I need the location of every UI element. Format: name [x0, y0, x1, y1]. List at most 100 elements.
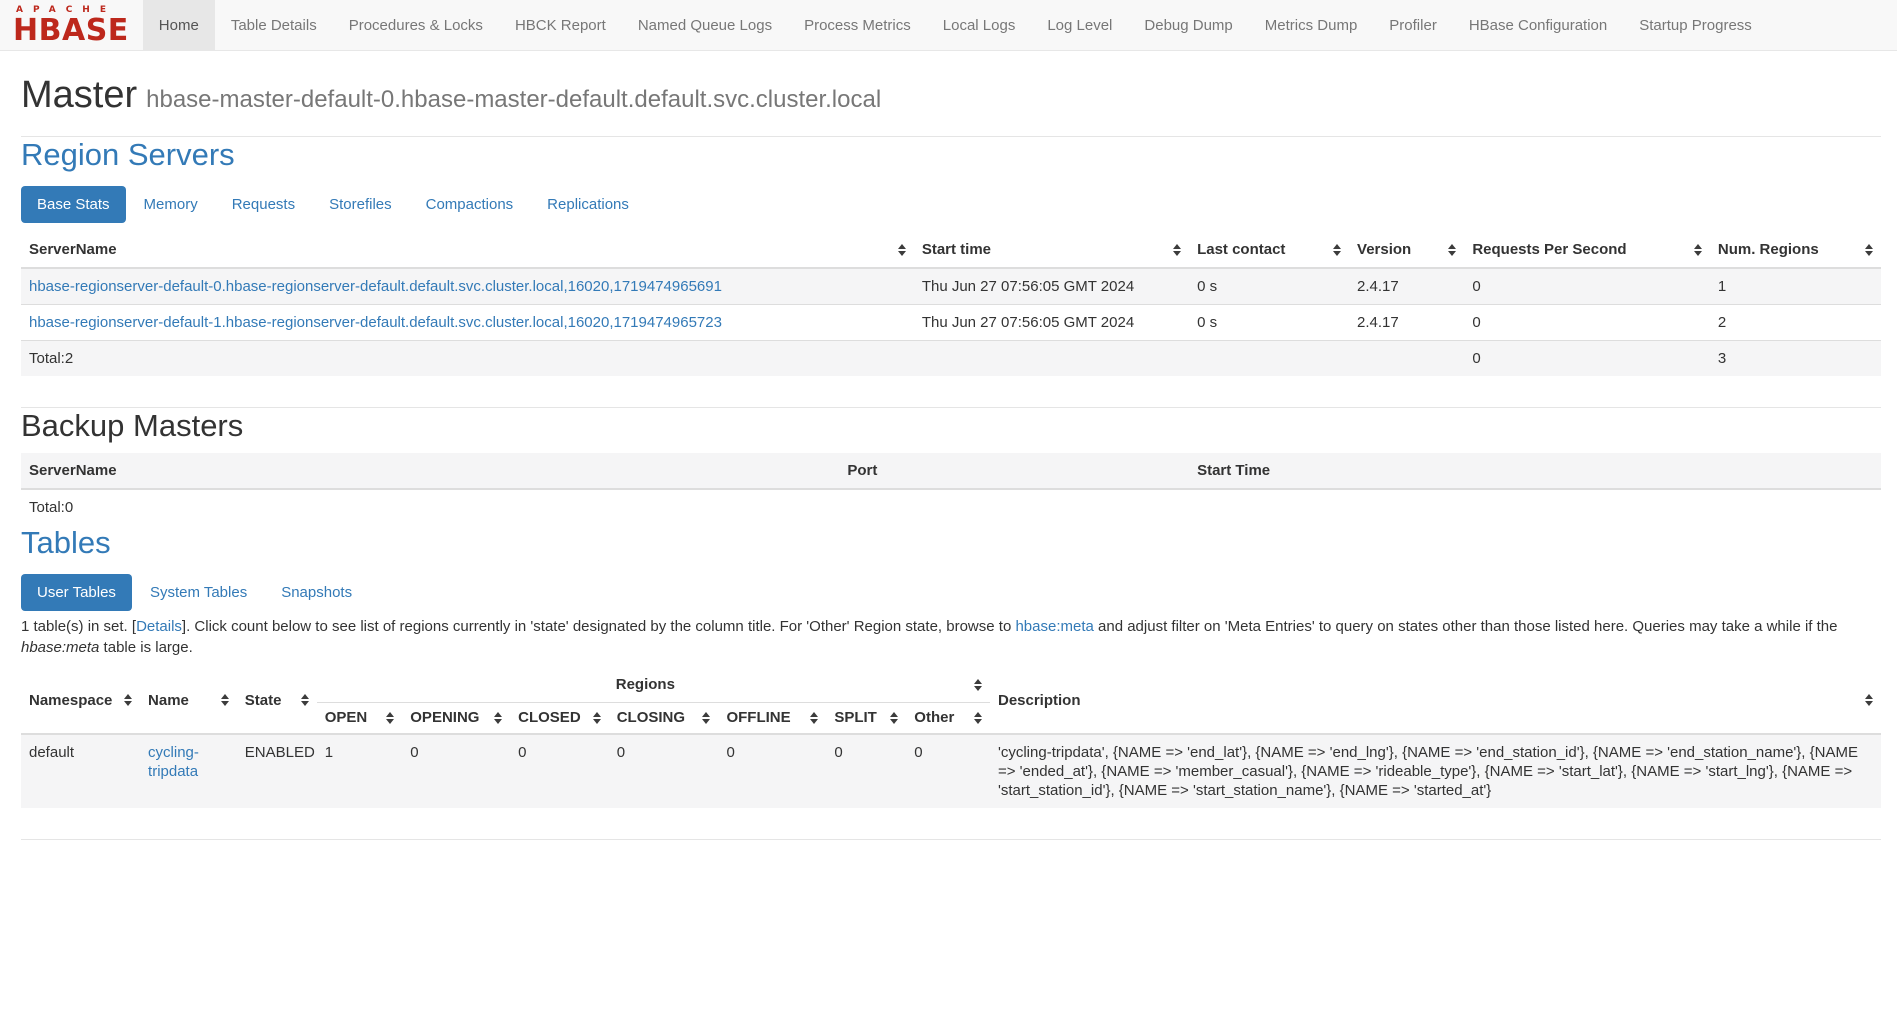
region-servers-heading: Region Servers	[21, 137, 1881, 173]
start-time-cell: Thu Jun 27 07:56:05 GMT 2024	[914, 305, 1189, 341]
master-hostname: hbase-master-default-0.hbase-master-defa…	[146, 86, 881, 113]
col-header-open[interactable]: OPEN	[317, 703, 403, 735]
offline-count-link[interactable]: 0	[726, 744, 734, 761]
nav-item-process-metrics[interactable]: Process Metrics	[788, 0, 927, 50]
col-header-num-regions[interactable]: Num. Regions	[1710, 232, 1881, 268]
other-count-link[interactable]: 0	[914, 744, 922, 761]
sort-icon	[386, 712, 394, 724]
col-header-offline[interactable]: OFFLINE	[718, 703, 826, 735]
nav-item-named-queue-logs[interactable]: Named Queue Logs	[622, 0, 788, 50]
col-header-closing[interactable]: CLOSING	[609, 703, 719, 735]
col-header-name[interactable]: Name	[140, 667, 237, 734]
nav-item-procedures-locks[interactable]: Procedures & Locks	[333, 0, 499, 50]
hbase-meta-italic: hbase:meta	[21, 639, 99, 656]
region-servers-header-row: ServerName Start time Last contact Versi…	[21, 232, 1881, 268]
region-servers-tabs: Base Stats Memory Requests Storefiles Co…	[21, 186, 1881, 223]
col-header-other[interactable]: Other	[906, 703, 990, 735]
col-header-requests-per-second[interactable]: Requests Per Second	[1464, 232, 1710, 268]
sort-icon	[974, 712, 982, 724]
hbase-logo[interactable]: APACHE HBASE	[0, 0, 143, 50]
nav-item-startup-progress[interactable]: Startup Progress	[1623, 0, 1768, 50]
col-header-namespace[interactable]: Namespace	[21, 667, 140, 734]
nav-item-log-level[interactable]: Log Level	[1031, 0, 1128, 50]
rps-cell: 0	[1464, 305, 1710, 341]
last-contact-cell: 0 s	[1189, 268, 1349, 305]
sort-icon	[593, 712, 601, 724]
nav-item-debug-dump[interactable]: Debug Dump	[1128, 0, 1248, 50]
region-servers-table: ServerName Start time Last contact Versi…	[21, 232, 1881, 376]
sort-icon	[890, 712, 898, 724]
nav-item-metrics-dump[interactable]: Metrics Dump	[1249, 0, 1374, 50]
last-contact-cell: 0 s	[1189, 305, 1349, 341]
sort-icon	[810, 712, 818, 724]
regionserver-link[interactable]: hbase-regionserver-default-0.hbase-regio…	[29, 278, 722, 295]
sort-icon	[494, 712, 502, 724]
tab-memory[interactable]: Memory	[128, 186, 214, 223]
closed-count-link[interactable]: 0	[518, 744, 526, 761]
tab-replications[interactable]: Replications	[531, 186, 645, 223]
tab-system-tables[interactable]: System Tables	[134, 574, 263, 611]
split-count-link[interactable]: 0	[834, 744, 842, 761]
details-link[interactable]: Details	[136, 618, 182, 635]
col-header-opening[interactable]: OPENING	[402, 703, 510, 735]
description-cell: 'cycling-tripdata', {NAME => 'end_lat'},…	[990, 734, 1881, 808]
closing-count-link[interactable]: 0	[617, 744, 625, 761]
col-header-regions-group[interactable]: Regions	[317, 667, 990, 703]
total-label: Total:2	[21, 341, 914, 377]
tab-base-stats[interactable]: Base Stats	[21, 186, 126, 223]
sort-icon	[1333, 244, 1341, 256]
tables-heading: Tables	[21, 525, 1881, 561]
nav-item-table-details[interactable]: Table Details	[215, 0, 333, 50]
start-time-cell: Thu Jun 27 07:56:05 GMT 2024	[914, 268, 1189, 305]
namespace-cell: default	[21, 734, 140, 808]
sort-icon	[1694, 244, 1702, 256]
version-cell: 2.4.17	[1349, 268, 1464, 305]
tab-requests[interactable]: Requests	[216, 186, 311, 223]
num-regions-cell: 1	[1710, 268, 1881, 305]
backup-masters-heading: Backup Masters	[21, 408, 1881, 444]
bottom-spacer	[21, 840, 1881, 868]
col-header-closed[interactable]: CLOSED	[510, 703, 609, 735]
col-header-start-time[interactable]: Start time	[914, 232, 1189, 268]
col-header-split[interactable]: SPLIT	[826, 703, 906, 735]
tables-tabs: User Tables System Tables Snapshots	[21, 574, 1881, 611]
nav-item-hbase-configuration[interactable]: HBase Configuration	[1453, 0, 1623, 50]
tables-note: 1 table(s) in set. [Details]. Click coun…	[21, 616, 1881, 658]
opening-count-link[interactable]: 0	[410, 744, 418, 761]
nav-menu: Home Table Details Procedures & Locks HB…	[143, 0, 1768, 50]
tab-storefiles[interactable]: Storefiles	[313, 186, 408, 223]
state-cell: ENABLED	[237, 734, 317, 808]
tab-snapshots[interactable]: Snapshots	[265, 574, 368, 611]
page-title-text: Master	[21, 74, 137, 116]
nav-item-local-logs[interactable]: Local Logs	[927, 0, 1032, 50]
col-header-description[interactable]: Description	[990, 667, 1881, 734]
sort-icon	[221, 694, 229, 706]
hbase-meta-link[interactable]: hbase:meta	[1015, 618, 1093, 635]
table-name-link[interactable]: cycling-tripdata	[148, 744, 199, 780]
col-header-bm-start-time: Start Time	[1189, 453, 1881, 489]
tab-compactions[interactable]: Compactions	[410, 186, 530, 223]
open-count-link[interactable]: 1	[325, 744, 333, 761]
sort-icon	[898, 244, 906, 256]
col-header-servername[interactable]: ServerName	[21, 232, 914, 268]
col-header-last-contact[interactable]: Last contact	[1189, 232, 1349, 268]
backup-masters-total-row: Total:0	[21, 489, 1881, 525]
regionserver-link[interactable]: hbase-regionserver-default-1.hbase-regio…	[29, 314, 722, 331]
sort-icon	[1865, 244, 1873, 256]
sort-icon	[974, 679, 982, 691]
sort-icon	[1865, 694, 1873, 706]
region-server-row: hbase-regionserver-default-1.hbase-regio…	[21, 305, 1881, 341]
tab-user-tables[interactable]: User Tables	[21, 574, 132, 611]
nav-item-hbck-report[interactable]: HBCK Report	[499, 0, 622, 50]
user-table-row: default cycling-tripdata ENABLED 1 0 0 0…	[21, 734, 1881, 808]
backup-masters-header-row: ServerName Port Start Time	[21, 453, 1881, 489]
col-header-version[interactable]: Version	[1349, 232, 1464, 268]
nav-item-profiler[interactable]: Profiler	[1373, 0, 1453, 50]
col-header-bm-port: Port	[839, 453, 1189, 489]
col-header-state[interactable]: State	[237, 667, 317, 734]
num-regions-cell: 2	[1710, 305, 1881, 341]
nav-item-home[interactable]: Home	[143, 0, 215, 50]
page-header: Master hbase-master-default-0.hbase-maste…	[21, 73, 1881, 122]
page-title: Master hbase-master-default-0.hbase-maste…	[21, 73, 1881, 122]
total-rps: 0	[1464, 341, 1710, 377]
